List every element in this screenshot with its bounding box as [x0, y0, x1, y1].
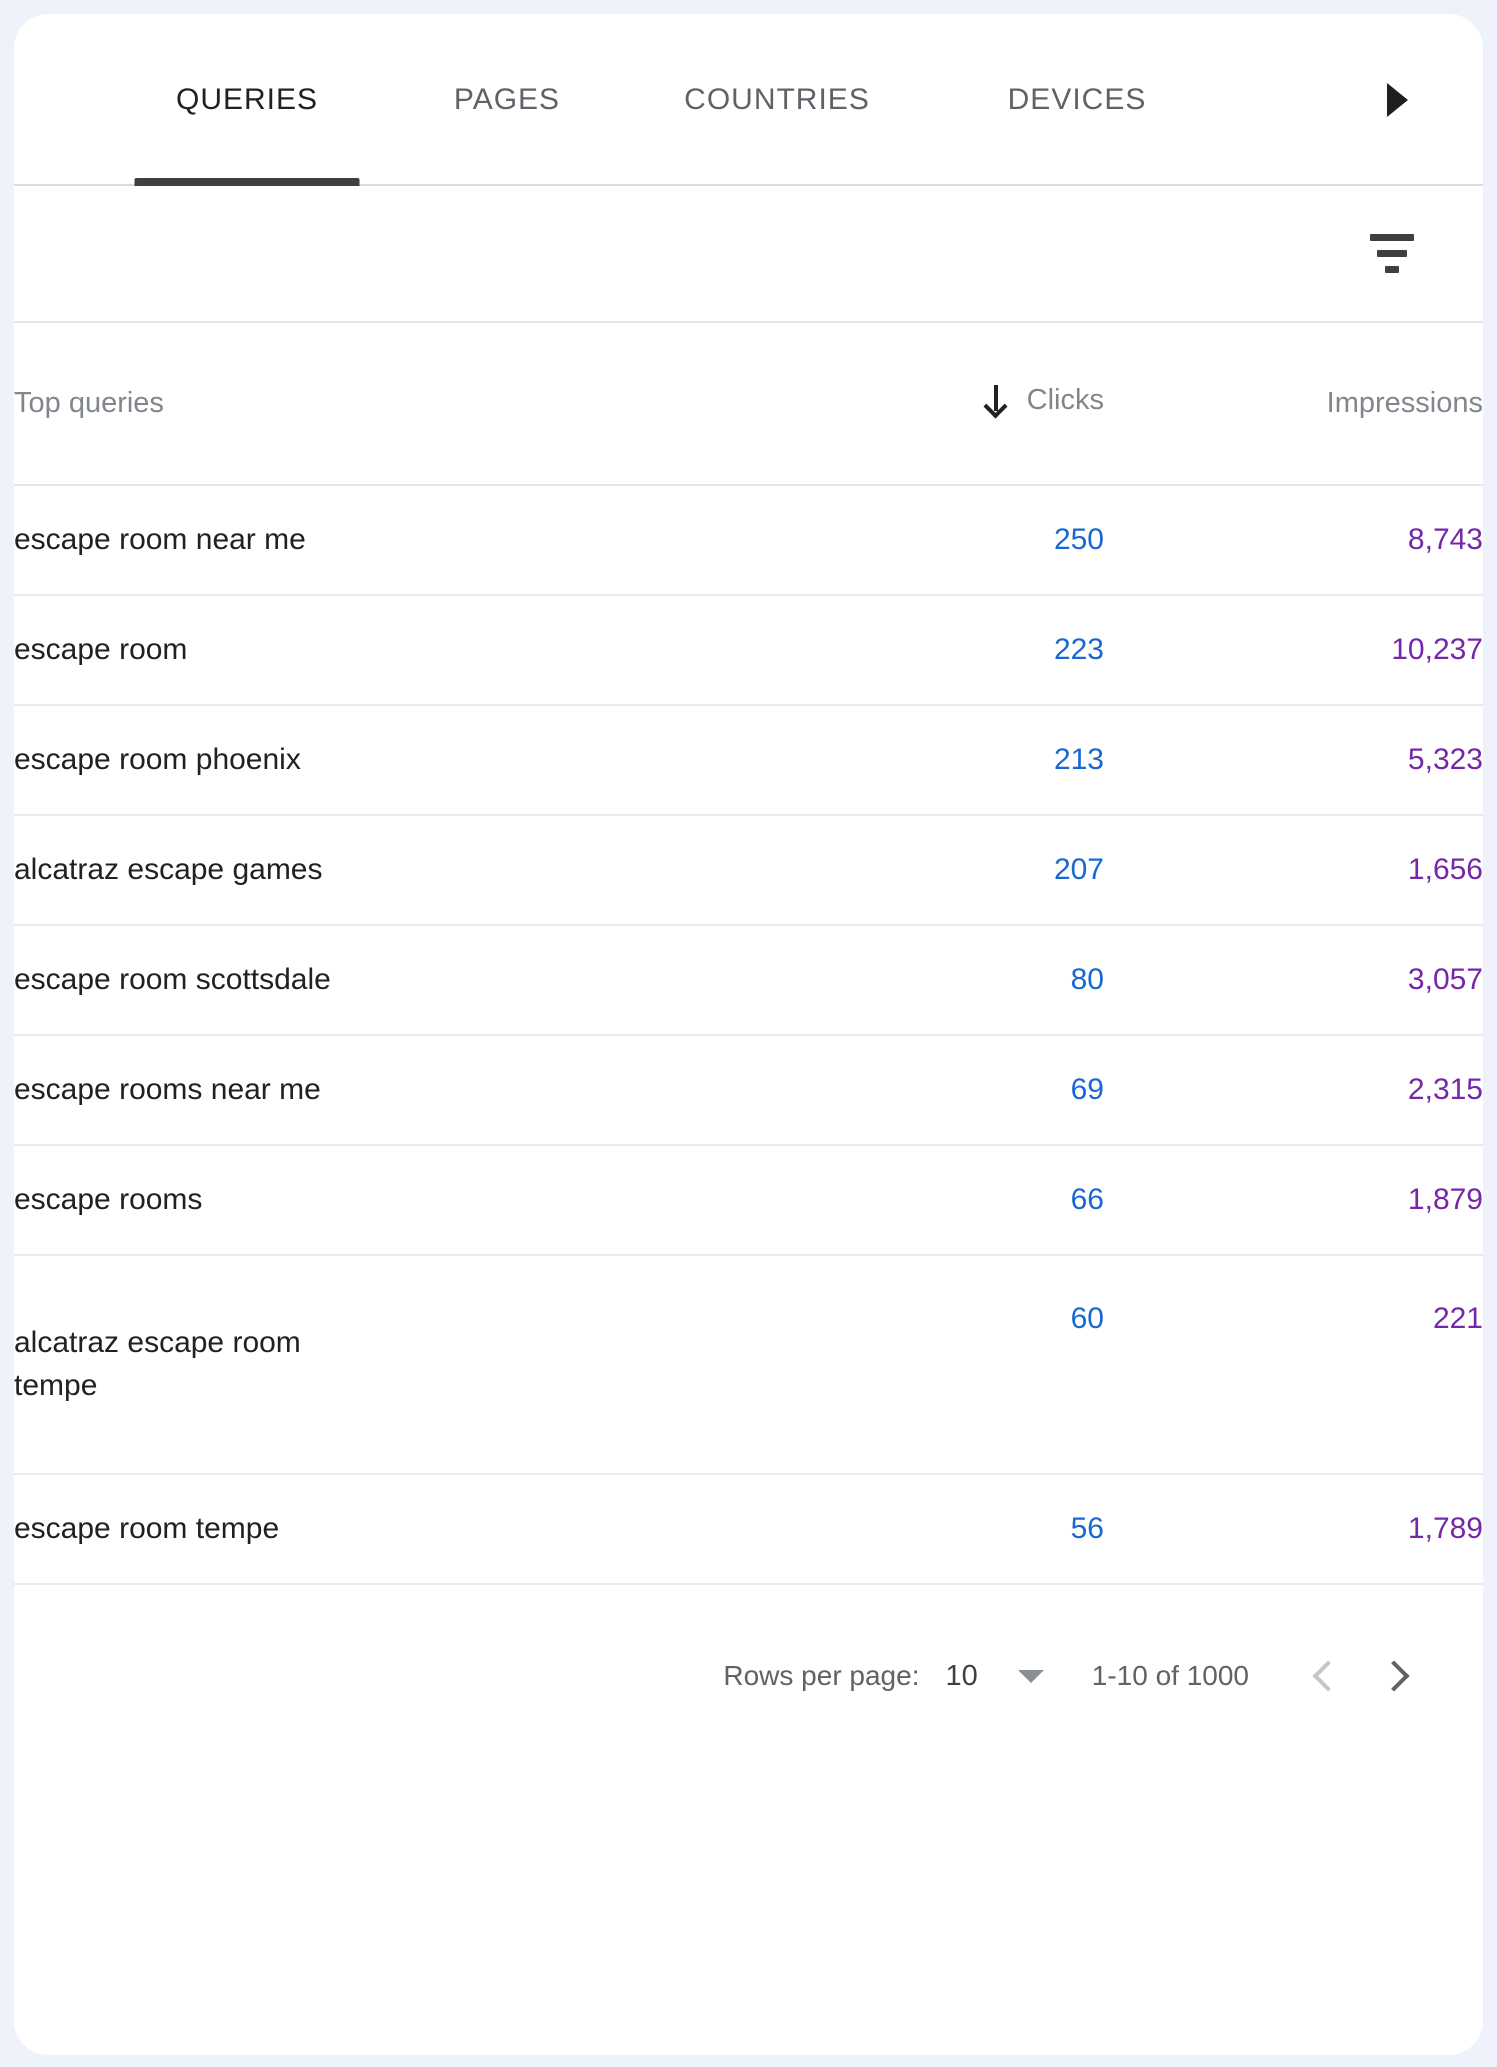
- table-header: Top queries Clicks Impressions: [14, 323, 1483, 486]
- table-row[interactable]: alcatraz escape games 207 1,656: [14, 815, 1483, 926]
- tab-queries[interactable]: QUERIES: [102, 14, 392, 186]
- cell-clicks: 213: [754, 705, 1104, 816]
- tab-devices[interactable]: DEVICES: [932, 14, 1222, 186]
- previous-page-button[interactable]: [1295, 1643, 1361, 1709]
- filter-bar-3: [1385, 266, 1399, 273]
- query-text: escape room: [14, 632, 188, 666]
- query-text: escape rooms near me: [14, 1072, 321, 1106]
- tab-pages-label: PAGES: [453, 83, 561, 116]
- triangle-right-icon: [1386, 83, 1408, 117]
- column-header-impressions-label: Impressions: [1326, 387, 1483, 419]
- cell-query: escape rooms near me: [14, 1035, 754, 1146]
- chevron-down-icon[interactable]: [1017, 1669, 1044, 1683]
- pagination-bar: Rows per page: 10 1-10 of 1000: [14, 1585, 1483, 1767]
- queries-table: Top queries Clicks Impressions escape ro…: [14, 323, 1483, 1585]
- filter-bar-1: [1370, 234, 1414, 241]
- query-text: escape room near me: [14, 522, 306, 556]
- query-text: escape room scottsdale: [14, 962, 331, 996]
- cell-clicks: 250: [754, 485, 1104, 596]
- cell-query: escape room near me: [14, 485, 754, 596]
- cell-clicks: 60: [754, 1255, 1104, 1475]
- table-row[interactable]: escape room near me 250 8,743: [14, 485, 1483, 596]
- cell-query: escape room tempe: [14, 1474, 754, 1585]
- cell-clicks: 69: [754, 1035, 1104, 1146]
- rows-per-page-value[interactable]: 10: [945, 1660, 977, 1693]
- cell-impressions: 1,656: [1104, 815, 1483, 926]
- cell-clicks: 80: [754, 925, 1104, 1036]
- cell-query: escape room: [14, 595, 754, 706]
- next-page-button[interactable]: [1361, 1643, 1427, 1709]
- cell-query: escape room phoenix: [14, 705, 754, 816]
- query-text: escape rooms: [14, 1182, 203, 1216]
- search-performance-card: QUERIES PAGES COUNTRIES DEVICES Top quer…: [14, 14, 1483, 2055]
- tab-countries-label: COUNTRIES: [684, 83, 870, 116]
- cell-impressions: 10,237: [1104, 595, 1483, 706]
- tab-bar: QUERIES PAGES COUNTRIES DEVICES: [14, 14, 1483, 186]
- filter-bar-2: [1377, 250, 1407, 257]
- tab-devices-label: DEVICES: [1007, 83, 1147, 116]
- cell-impressions: 8,743: [1104, 485, 1483, 596]
- table-row[interactable]: escape rooms near me 69 2,315: [14, 1035, 1483, 1146]
- cell-query: escape rooms: [14, 1145, 754, 1256]
- cell-query: alcatraz escape games: [14, 815, 754, 926]
- query-text-line2: tempe: [14, 1368, 98, 1402]
- arrow-down-icon: [983, 385, 1009, 415]
- filter-list-icon[interactable]: [1357, 219, 1427, 289]
- table-row[interactable]: alcatraz escape room tempe 60 221: [14, 1255, 1483, 1475]
- cell-query: escape room scottsdale: [14, 925, 754, 1036]
- column-header-clicks-label: Clicks: [1026, 383, 1104, 416]
- filter-bar: [14, 186, 1483, 323]
- table-row[interactable]: escape rooms 66 1,879: [14, 1145, 1483, 1256]
- query-text: alcatraz escape games: [14, 852, 323, 886]
- cell-impressions: 1,879: [1104, 1145, 1483, 1256]
- table-row[interactable]: escape room tempe 56 1,789: [14, 1474, 1483, 1585]
- tab-scroll-right-button[interactable]: [1367, 14, 1427, 186]
- chevron-left-icon: [1312, 1660, 1344, 1692]
- cell-clicks: 56: [754, 1474, 1104, 1585]
- query-text: escape room tempe: [14, 1511, 280, 1545]
- chevron-right-icon: [1378, 1660, 1410, 1692]
- column-header-clicks[interactable]: Clicks: [754, 323, 1104, 486]
- cell-clicks: 66: [754, 1145, 1104, 1256]
- column-header-impressions[interactable]: Impressions: [1104, 323, 1483, 486]
- cell-impressions: 1,789: [1104, 1474, 1483, 1585]
- cell-query: alcatraz escape room tempe: [14, 1255, 754, 1475]
- query-text: escape room phoenix: [14, 742, 301, 776]
- cell-clicks: 207: [754, 815, 1104, 926]
- tab-queries-label: QUERIES: [175, 83, 319, 116]
- cell-impressions: 2,315: [1104, 1035, 1483, 1146]
- tab-pages[interactable]: PAGES: [392, 14, 622, 186]
- query-text: alcatraz escape room: [14, 1325, 301, 1359]
- table-header-row: Top queries Clicks Impressions: [14, 323, 1483, 486]
- pagination-range-label: 1-10 of 1000: [1091, 1660, 1249, 1691]
- cell-impressions: 221: [1104, 1255, 1483, 1475]
- tab-countries[interactable]: COUNTRIES: [622, 14, 932, 186]
- column-header-top-queries[interactable]: Top queries: [14, 323, 754, 486]
- table-row[interactable]: escape room phoenix 213 5,323: [14, 705, 1483, 816]
- cell-clicks: 223: [754, 595, 1104, 706]
- table-row[interactable]: escape room 223 10,237: [14, 595, 1483, 706]
- cell-impressions: 3,057: [1104, 925, 1483, 1036]
- table-row[interactable]: escape room scottsdale 80 3,057: [14, 925, 1483, 1036]
- rows-per-page-label: Rows per page:: [723, 1660, 920, 1691]
- table-body: escape room near me 250 8,743 escape roo…: [14, 485, 1483, 1585]
- column-header-top-queries-label: Top queries: [14, 387, 164, 419]
- cell-impressions: 5,323: [1104, 705, 1483, 816]
